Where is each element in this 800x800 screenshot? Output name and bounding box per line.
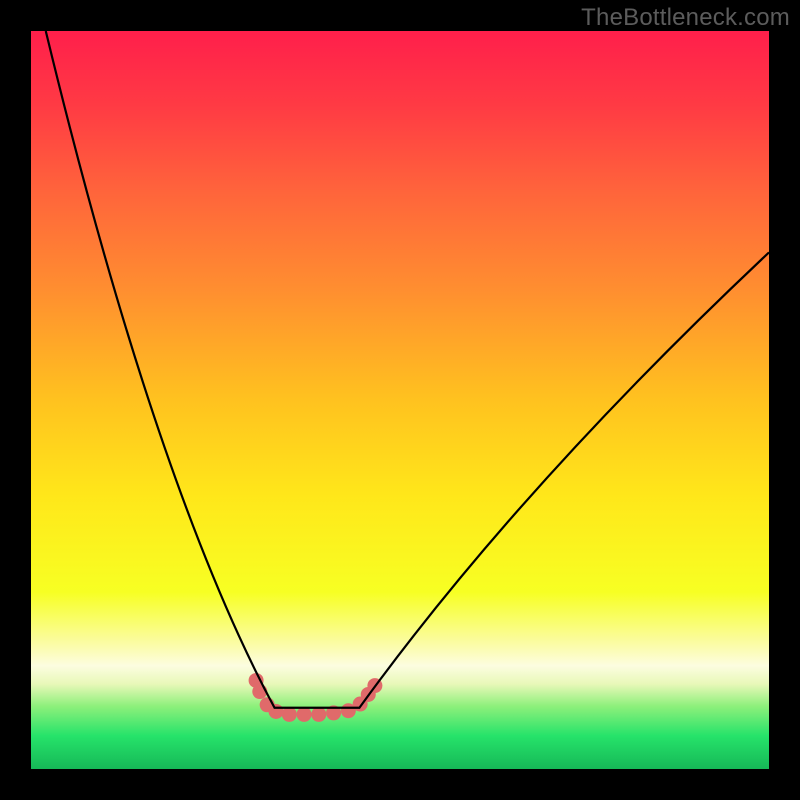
curve-bead (297, 707, 312, 722)
plot-svg (31, 31, 769, 769)
gradient-background (31, 31, 769, 769)
curve-bead (269, 704, 284, 719)
curve-bead (282, 707, 297, 722)
chart-frame: TheBottleneck.com (0, 0, 800, 800)
curve-bead (311, 707, 326, 722)
watermark-text: TheBottleneck.com (581, 4, 790, 32)
plot-area (31, 31, 769, 769)
